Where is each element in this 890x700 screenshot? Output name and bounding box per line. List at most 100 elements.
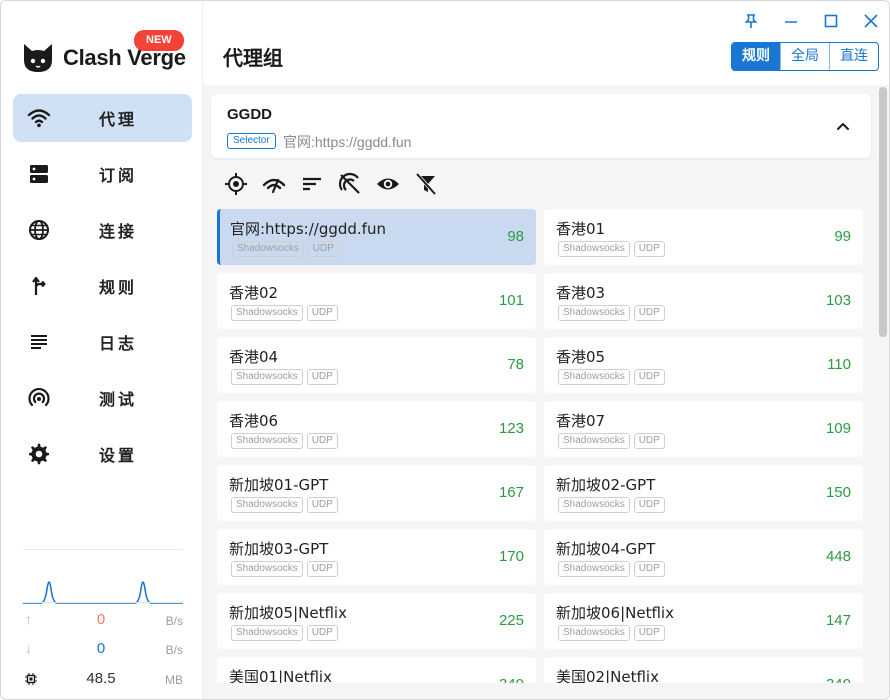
proxy-item[interactable]: 香港04 Shadowsocks UDP 78	[217, 337, 536, 393]
mode-rule-button[interactable]: 规则	[732, 43, 780, 70]
proxy-name: 新加坡02-GPT	[556, 476, 656, 494]
proxy-delay[interactable]: 150	[826, 484, 851, 501]
minimize-button[interactable]	[781, 11, 801, 31]
close-icon	[864, 14, 878, 28]
proxy-item[interactable]: 美国01|NetflixShadowsocksUDP340	[217, 657, 536, 683]
speed-test-icon	[262, 178, 286, 194]
proxy-item[interactable]: 新加坡01-GPT Shadowsocks UDP 167	[217, 465, 536, 521]
proxy-type-tag: Shadowsocks	[231, 369, 303, 385]
proxy-delay[interactable]: 167	[499, 484, 524, 501]
fork-icon	[32, 276, 46, 295]
proxy-item[interactable]: 新加坡02-GPT Shadowsocks UDP 150	[544, 465, 863, 521]
proxy-item[interactable]: 香港07 Shadowsocks UDP 109	[544, 401, 863, 457]
mode-direct-button[interactable]: 直连	[829, 43, 878, 70]
download-unit: B/s	[165, 643, 183, 657]
arrow-down-icon: ↓	[25, 640, 32, 656]
udp-tag: UDP	[306, 305, 338, 321]
proxy-type-tag: Shadowsocks	[231, 305, 303, 321]
udp-tag: UDP	[633, 305, 665, 321]
proxy-item[interactable]: 官网:https://ggdd.fun Shadowsocks UDP 98	[217, 209, 536, 265]
speed-test-button[interactable]	[261, 171, 287, 197]
proxy-item[interactable]: 新加坡03-GPT Shadowsocks UDP 170	[217, 529, 536, 585]
proxy-item[interactable]: 香港05 Shadowsocks UDP 110	[544, 337, 863, 393]
proxy-delay[interactable]: 448	[826, 548, 851, 565]
proxy-delay[interactable]: 340	[826, 676, 851, 683]
proxy-delay[interactable]: 109	[826, 420, 851, 437]
app-window: Clash Verge NEW 代理 订阅 连接 规则 日志 测试 设置 ↑ 0…	[0, 0, 890, 700]
proxy-type-tag: Shadowsocks	[232, 241, 304, 257]
proxy-delay[interactable]: 101	[499, 292, 524, 309]
sidebar-item-settings[interactable]: 设置	[13, 430, 192, 478]
proxy-item[interactable]: 新加坡06|Netflix Shadowsocks UDP 147	[544, 593, 863, 649]
traffic-divider	[23, 602, 183, 603]
scrollbar-thumb[interactable]	[879, 87, 887, 337]
sidebar-item-connections[interactable]: 连接	[13, 206, 192, 254]
proxy-item[interactable]: 香港01 Shadowsocks UDP 99	[544, 209, 863, 265]
proxy-tags: Shadowsocks UDP	[558, 241, 665, 257]
proxy-delay[interactable]: 147	[826, 612, 851, 629]
udp-tag: UDP	[633, 369, 665, 385]
sidebar-nav: 代理 订阅 连接 规则 日志 测试 设置	[13, 94, 192, 486]
visibility-button[interactable]	[375, 171, 401, 197]
proxy-type-tag: Shadowsocks	[231, 497, 303, 513]
proxy-item[interactable]: 新加坡04-GPT Shadowsocks UDP 448	[544, 529, 863, 585]
chevron-up-icon[interactable]	[833, 116, 853, 136]
sidebar-item-label: 设置	[99, 446, 138, 465]
main-content: 代理组 规则 全局 直连 GGDD Selector 官网:https://gg…	[203, 1, 889, 699]
udp-tag: UDP	[633, 561, 665, 577]
upload-speed: ↑ 0 B/s	[23, 611, 183, 631]
proxy-delay[interactable]: 98	[507, 228, 524, 245]
proxy-type-tag: Shadowsocks	[558, 369, 630, 385]
window-controls	[741, 11, 881, 31]
hide-unavailable-icon	[338, 172, 360, 194]
proxy-delay[interactable]: 99	[834, 228, 851, 245]
sidebar-item-proxy[interactable]: 代理	[13, 94, 192, 142]
proxy-delay[interactable]: 340	[499, 676, 524, 683]
proxy-delay[interactable]: 103	[826, 292, 851, 309]
proxy-name: 官网:https://ggdd.fun	[230, 220, 386, 238]
proxy-group-card[interactable]: GGDD Selector 官网:https://ggdd.fun	[211, 94, 871, 158]
proxy-name: 新加坡05|Netflix	[229, 604, 347, 622]
sidebar-item-logs[interactable]: 日志	[13, 318, 192, 366]
filter-off-button[interactable]	[413, 171, 439, 197]
proxy-tags: Shadowsocks UDP	[231, 497, 338, 513]
memory-usage: 48.5 MB	[23, 670, 183, 690]
sort-button[interactable]	[299, 171, 325, 197]
proxy-tags: Shadowsocks UDP	[558, 369, 665, 385]
sidebar-item-test[interactable]: 测试	[13, 374, 192, 422]
hide-unavailable-button[interactable]	[337, 171, 363, 197]
proxy-item[interactable]: 美国02|NetflixShadowsocksUDP340	[544, 657, 863, 683]
proxy-tags: Shadowsocks UDP	[558, 433, 665, 449]
sidebar-item-rules[interactable]: 规则	[13, 262, 192, 310]
proxy-delay[interactable]: 123	[499, 420, 524, 437]
sidebar-item-label: 连接	[99, 222, 138, 241]
cat-logo-icon	[24, 44, 52, 72]
pin-button[interactable]	[741, 11, 761, 31]
proxy-delay[interactable]: 110	[827, 356, 851, 373]
sidebar-item-profiles[interactable]: 订阅	[13, 150, 192, 198]
sidebar: Clash Verge NEW 代理 订阅 连接 规则 日志 测试 设置 ↑ 0…	[1, 1, 203, 699]
filter-off-icon	[415, 172, 437, 196]
locate-button[interactable]	[223, 171, 249, 197]
memory-value: 48.5	[86, 670, 116, 687]
udp-tag: UDP	[633, 497, 665, 513]
sidebar-item-label: 测试	[99, 390, 138, 409]
proxy-tags: Shadowsocks UDP	[558, 625, 665, 641]
radar-icon	[28, 387, 50, 407]
proxy-name: 美国02|Netflix	[556, 668, 659, 683]
close-button[interactable]	[861, 11, 881, 31]
proxy-item[interactable]: 香港03 Shadowsocks UDP 103	[544, 273, 863, 329]
udp-tag: UDP	[633, 625, 665, 641]
proxy-name: 新加坡03-GPT	[229, 540, 329, 558]
proxy-item[interactable]: 香港02 Shadowsocks UDP 101	[217, 273, 536, 329]
proxy-delay[interactable]: 225	[499, 612, 524, 629]
maximize-button[interactable]	[821, 11, 841, 31]
proxy-tags: Shadowsocks UDP	[558, 561, 665, 577]
mode-global-button[interactable]: 全局	[780, 43, 829, 70]
proxy-item[interactable]: 新加坡05|Netflix Shadowsocks UDP 225	[217, 593, 536, 649]
proxy-item[interactable]: 香港06 Shadowsocks UDP 123	[217, 401, 536, 457]
proxy-delay[interactable]: 78	[507, 356, 524, 373]
proxy-type-tag: Shadowsocks	[558, 625, 630, 641]
proxy-delay[interactable]: 170	[499, 548, 524, 565]
proxy-name: 香港06	[229, 412, 279, 430]
